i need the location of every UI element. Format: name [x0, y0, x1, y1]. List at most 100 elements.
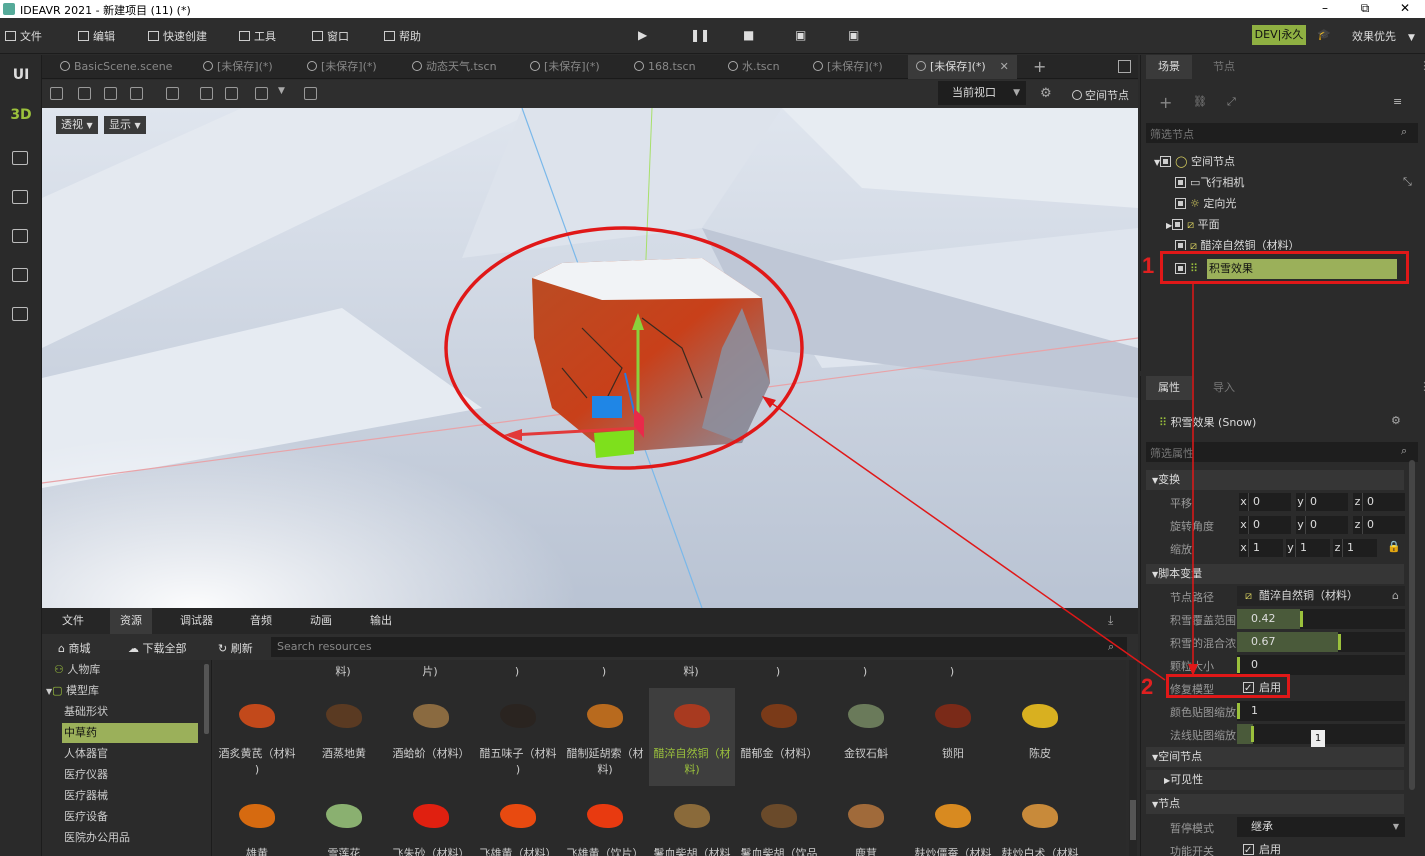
add-tab-icon[interactable]: + [1033, 57, 1046, 76]
scale-icon[interactable] [130, 87, 143, 100]
tree-model-lib[interactable]: ▼▢ 模型库 [44, 681, 180, 701]
scene-tab[interactable]: [未保存](*) [530, 55, 600, 79]
gear-icon[interactable]: ⚙ [1040, 86, 1052, 101]
rotation-z-field[interactable]: z0 [1353, 516, 1405, 534]
snow-coverage-slider[interactable]: 0.42 [1237, 609, 1405, 629]
tree-item[interactable]: 医疗设备 [62, 807, 198, 827]
resource-item[interactable]: 飞雄黄（材料） [475, 788, 561, 856]
tree-item[interactable]: 医疗仪器 [62, 765, 198, 785]
camera-icon[interactable] [304, 87, 317, 100]
menu-file[interactable]: 文件 [5, 28, 42, 44]
slider-grip[interactable] [1337, 634, 1341, 650]
node-copper[interactable]: ⧄ 醋淬自然铜（材料） [1175, 236, 1300, 250]
tab-files[interactable]: 文件 [52, 608, 94, 634]
tree-item[interactable]: 医疗器械 [62, 786, 198, 806]
rotation-y-field[interactable]: y0 [1296, 516, 1348, 534]
export-icon[interactable] [12, 268, 28, 282]
property-filter-input[interactable]: 筛选属性 [1146, 442, 1418, 462]
tree-people[interactable]: ⚇ 人物库 [52, 660, 188, 680]
visibility-checkbox[interactable] [1175, 198, 1186, 209]
scale-z-field[interactable]: z1 [1333, 539, 1377, 557]
list-icon[interactable] [12, 229, 28, 243]
resource-item[interactable]: 飞朱砂（材料） [388, 788, 474, 856]
scene-tab[interactable]: 168.tscn [634, 55, 696, 79]
resource-item-selected[interactable]: 醋淬自然铜（材 料) [649, 688, 735, 786]
add-node-icon[interactable]: + [1159, 93, 1172, 112]
fullscreen-icon[interactable] [1118, 60, 1131, 73]
resource-item[interactable]: 酒蒸地黄 [301, 688, 387, 786]
refresh-button[interactable]: ↻ 刷新 [218, 640, 253, 656]
node-filter-input[interactable]: 筛选节点 [1146, 123, 1418, 143]
node-path-field[interactable]: ⧄ 醋淬自然铜（材料） ⌂ [1237, 586, 1405, 606]
visibility-checkbox[interactable] [1175, 177, 1186, 188]
section-script-vars[interactable]: ▼脚本变量 [1146, 564, 1404, 584]
section-visibility[interactable]: ▶可见性 [1146, 770, 1404, 790]
resource-item[interactable]: 陈皮 [997, 688, 1083, 786]
lock-icon[interactable]: 🔒 [1387, 540, 1401, 553]
resource-item[interactable]: 飞雄黄（饮片） [562, 788, 648, 856]
instance-icon[interactable]: ⤢ [1227, 95, 1236, 109]
select-icon[interactable] [50, 87, 63, 100]
resource-item[interactable]: 雄黄 [214, 788, 300, 856]
node-light[interactable]: ☼ 定向光 [1175, 194, 1236, 214]
scrollbar-thumb[interactable] [1130, 800, 1136, 840]
ui-mode-button[interactable]: UI [0, 67, 42, 83]
stop-icon[interactable]: ■ [743, 28, 754, 42]
rotation-x-field[interactable]: x0 [1239, 516, 1291, 534]
menu-edit[interactable]: 编辑 [78, 28, 115, 44]
tab-node[interactable]: 节点 [1201, 55, 1247, 79]
menu-help[interactable]: 帮助 [384, 28, 421, 44]
menu-quick-create[interactable]: 快速创建 [148, 28, 207, 44]
visibility-checkbox[interactable] [1172, 219, 1184, 230]
snap-icon[interactable] [225, 87, 238, 100]
graduation-icon[interactable]: 🎓 [1317, 28, 1331, 41]
play-custom-scene-icon[interactable]: ▣ [848, 28, 859, 42]
camera-gizmo-icon[interactable]: ⤡ [1403, 175, 1412, 189]
node-plane[interactable]: ▶ ⧄ 平面 [1166, 215, 1220, 235]
resource-item[interactable]: 雪莲花 [301, 788, 387, 856]
feature-switch-checkbox[interactable]: 启用 [1237, 840, 1405, 856]
tab-output[interactable]: 输出 [360, 608, 402, 634]
resource-item[interactable]: 麸炒白术（材料 [997, 788, 1083, 856]
color-tex-scale-slider[interactable]: 1 [1237, 701, 1405, 721]
tree-item-selected[interactable]: 中草药 [62, 723, 198, 743]
tab-resources[interactable]: 资源 [110, 608, 152, 634]
tree-item[interactable]: 基础形状 [62, 702, 198, 722]
resource-scrollbar[interactable] [1129, 660, 1137, 856]
pivot-icon[interactable] [200, 87, 213, 100]
properties-scrollbar[interactable] [1409, 460, 1415, 790]
scene-render[interactable] [42, 108, 1138, 608]
resource-item[interactable]: 锁阳 [910, 688, 996, 786]
menu-icon[interactable]: ≡ [1393, 95, 1402, 108]
tree-scrollbar[interactable] [204, 664, 209, 734]
store-button[interactable]: ⌂ 商城 [58, 640, 90, 656]
section-space-node[interactable]: ▼空间节点 [1146, 747, 1404, 767]
resource-item[interactable]: 醋郁金（材料） [736, 688, 822, 786]
display-menu[interactable]: 显示 ▼ [104, 116, 146, 134]
resource-item[interactable]: 金钗石斛 [823, 688, 909, 786]
close-button[interactable]: ✕ [1385, 1, 1425, 15]
slider-grip[interactable] [1300, 611, 1303, 627]
resource-item[interactable]: 酒炙黄芪（材料) [214, 688, 300, 786]
pause-icon[interactable]: ❚❚ [690, 28, 710, 42]
chevron-down-icon[interactable]: ▼ [278, 86, 285, 96]
visibility-checkbox[interactable] [1160, 156, 1172, 167]
restore-button[interactable]: ⧉ [1345, 1, 1385, 16]
import-icon[interactable] [12, 307, 28, 321]
snow-blend-slider[interactable]: 0.67 [1237, 632, 1405, 652]
3d-viewport[interactable]: 透视 ▼ 显示 ▼ [42, 108, 1138, 608]
slider-grip[interactable] [1237, 703, 1240, 719]
link-icon[interactable]: ⛓ [1193, 95, 1207, 108]
quality-select[interactable]: 效果优先 ▼ [1352, 28, 1415, 44]
license-badge[interactable]: DEV|永久 [1252, 25, 1306, 45]
scene-tab[interactable]: [未保存](*) [813, 55, 883, 79]
perspective-menu[interactable]: 透视 ▼ [56, 116, 98, 134]
tab-audio[interactable]: 音频 [240, 608, 282, 634]
play-icon[interactable]: ▶ [638, 28, 647, 42]
path-icon[interactable] [12, 151, 28, 165]
resource-search-input[interactable]: Search resources [271, 637, 1127, 657]
3d-mode-button[interactable]: 3D [0, 107, 42, 123]
tab-properties[interactable]: 属性 [1146, 376, 1192, 400]
scene-tab-active[interactable]: [未保存](*) ✕ [908, 55, 1017, 79]
pause-mode-select[interactable]: 继承 ▼ [1237, 817, 1405, 837]
